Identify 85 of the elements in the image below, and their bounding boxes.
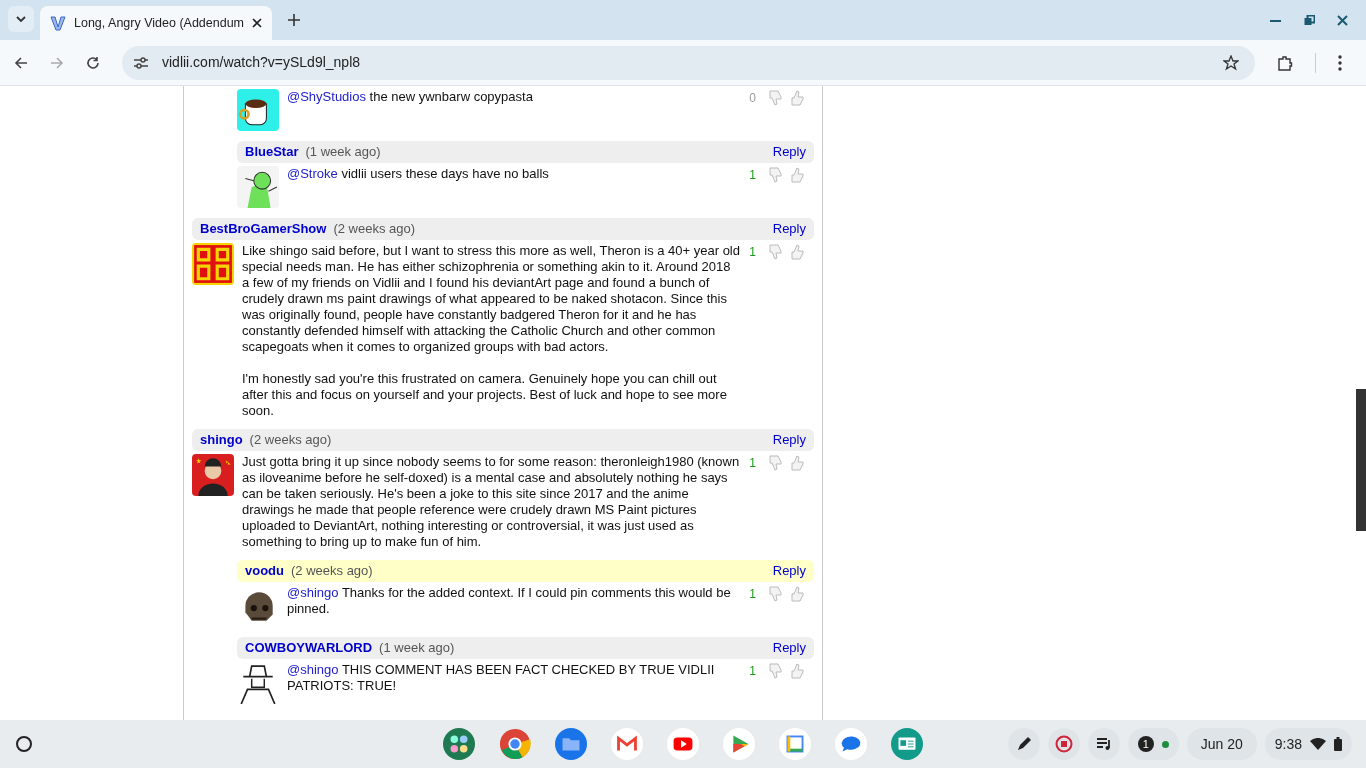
comment-text: Like shingo said before, but I want to stress this more as well, Theron is a 40+ year old special needs man. He has either schizophrenia or something akin to it. Around 2018 a few of my friends on Vidlii and I found his deviantArt page and found a bunch of crudely drawn ms paint drawings of what appeared to be naked shotacon. Since this was originally found, people have constantly badgered Theron for it and he has constantly defended himself with attacking the Catholic Church and other common scapegoats when it comes to organized groups with bad actors. bbox=[242, 243, 741, 355]
pen-button[interactable] bbox=[1007, 728, 1040, 760]
stop-record-icon bbox=[1054, 735, 1073, 753]
comment-text: Just gotta bring it up since nobody seems to for some reason: theronleigh1980 (known as iloveanime before he self-doxed) is a mental case and absolutely nothing he says can be taken seriously. He's been a joke to this site since 2017 and the anime drawings he made that people reference were crudely drawn MS Paint pictures uploaded to DeviantArt, nothing interesting or controversial, it was just used as something to bring up to make fun of him. bbox=[242, 454, 741, 550]
thumbs-up-icon[interactable] bbox=[790, 90, 806, 106]
reply-link[interactable]: Reply bbox=[772, 219, 806, 239]
record-button[interactable] bbox=[1047, 728, 1080, 760]
wifi-icon bbox=[1310, 738, 1326, 750]
username-link[interactable]: BlueStar bbox=[245, 142, 299, 162]
thumbs-down-icon[interactable] bbox=[768, 244, 784, 260]
mail-icon[interactable] bbox=[611, 728, 643, 760]
vote-score: 1 bbox=[749, 663, 756, 679]
username-link[interactable]: COWBOYWARLORD bbox=[245, 638, 373, 658]
vote-score: 1 bbox=[749, 244, 756, 260]
mention-link[interactable]: @shingo bbox=[287, 585, 339, 600]
reply-link[interactable]: Reply bbox=[772, 142, 806, 162]
reply-link[interactable]: Reply bbox=[772, 638, 806, 658]
thumbs-down-icon[interactable] bbox=[768, 90, 784, 106]
vote-score: 1 bbox=[749, 455, 756, 471]
slides-icon[interactable] bbox=[891, 728, 923, 760]
back-icon[interactable] bbox=[14, 55, 28, 70]
close-icon[interactable] bbox=[252, 18, 262, 28]
puzzle-icon[interactable] bbox=[1277, 54, 1293, 71]
battery-icon bbox=[1334, 737, 1342, 751]
comment-time: (2 weeks ago) bbox=[249, 431, 332, 450]
thumbs-up-icon[interactable] bbox=[790, 244, 806, 260]
comment-time: (2 weeks ago) bbox=[291, 562, 373, 581]
comment-time: (1 week ago) bbox=[305, 143, 381, 162]
comment-text: I'm honestly sad you're this frustrated on camera. Genuinely hope you can chill out after this and focus on yourself and your projects. Best of luck and hope to see more soon. bbox=[242, 371, 728, 419]
username-link[interactable]: voodu bbox=[245, 561, 284, 581]
reload-icon[interactable] bbox=[86, 55, 100, 70]
chat-bubble-icon[interactable] bbox=[835, 728, 867, 760]
thumbs-down-icon[interactable] bbox=[768, 455, 784, 471]
pen-icon bbox=[1015, 736, 1032, 752]
calendar-icon[interactable] bbox=[779, 728, 811, 760]
browser-icon[interactable] bbox=[499, 728, 531, 760]
comment-text: @shingo Thanks for the added context. If I could pin comments this would be pinned. bbox=[287, 585, 732, 617]
menu-icon[interactable] bbox=[1338, 54, 1342, 71]
star-icon[interactable] bbox=[1223, 54, 1239, 71]
scrollbar-thumb[interactable] bbox=[1356, 389, 1366, 531]
notification-button[interactable]: 1 bbox=[1127, 728, 1179, 760]
tab-list-button[interactable] bbox=[8, 6, 34, 32]
vote-score: 1 bbox=[749, 167, 756, 183]
url-text: vidlii.com/watch?v=ySLd9l_npl8 bbox=[162, 53, 362, 72]
site-settings-icon[interactable] bbox=[134, 56, 148, 69]
comment-text: @Stroke vidlii users these days have no balls bbox=[287, 166, 550, 182]
thumbs-up-icon[interactable] bbox=[790, 586, 806, 602]
browser-tab[interactable]: Long, Angry Video (Addendum bbox=[40, 6, 272, 40]
username-link[interactable]: BestBroGamerShow bbox=[200, 219, 327, 239]
status-dot-icon bbox=[1161, 740, 1169, 748]
comment-time: (1 week ago) bbox=[379, 639, 455, 658]
chevron-down-icon bbox=[16, 16, 26, 22]
thumbs-down-icon[interactable] bbox=[768, 167, 784, 183]
reply-link[interactable]: Reply bbox=[772, 430, 806, 450]
thumbs-up-icon[interactable] bbox=[790, 167, 806, 183]
launcher-icon[interactable] bbox=[14, 734, 34, 754]
vote-score: 0 bbox=[749, 90, 756, 106]
folder-icon[interactable] bbox=[555, 728, 587, 760]
thumbs-down-icon[interactable] bbox=[768, 586, 784, 602]
tab-title: Long, Angry Video (Addendum bbox=[74, 14, 244, 32]
thumbs-up-icon[interactable] bbox=[790, 455, 806, 471]
restore-icon[interactable] bbox=[1304, 15, 1315, 26]
reply-link[interactable]: Reply bbox=[772, 561, 806, 581]
thumbs-up-icon[interactable] bbox=[790, 663, 806, 679]
comment-text: @ShyStudios the new ywnbarw copypasta bbox=[287, 89, 534, 105]
video-play-icon[interactable] bbox=[667, 728, 699, 760]
site-logo-icon bbox=[50, 15, 66, 31]
date-button[interactable]: Jun 20 bbox=[1186, 728, 1257, 760]
media-button[interactable] bbox=[1087, 728, 1120, 760]
username-link[interactable]: shingo bbox=[200, 430, 243, 450]
playlist-icon bbox=[1095, 737, 1112, 751]
mention-link[interactable]: @shingo bbox=[287, 662, 339, 677]
thumbs-down-icon[interactable] bbox=[768, 663, 784, 679]
address-bar[interactable]: vidlii.com/watch?v=ySLd9l_npl8 bbox=[122, 45, 1255, 80]
status-area-button[interactable]: 9:38 bbox=[1264, 728, 1352, 760]
vote-score: 1 bbox=[749, 586, 756, 602]
play-store-icon[interactable] bbox=[723, 728, 755, 760]
apps-icon[interactable] bbox=[443, 728, 475, 760]
new-tab-icon[interactable] bbox=[288, 14, 300, 26]
comment-time: (2 weeks ago) bbox=[333, 220, 416, 239]
notification-count: 1 bbox=[1137, 736, 1154, 752]
clock-text: 9:38 bbox=[1274, 734, 1302, 754]
comment-text: @shingo THIS COMMENT HAS BEEN FACT CHECKED BY TRUE VIDLII PATRIOTS: TRUE! bbox=[287, 662, 716, 694]
mention-link[interactable]: @Stroke bbox=[287, 166, 338, 181]
mention-link[interactable]: @ShyStudios bbox=[287, 89, 366, 104]
